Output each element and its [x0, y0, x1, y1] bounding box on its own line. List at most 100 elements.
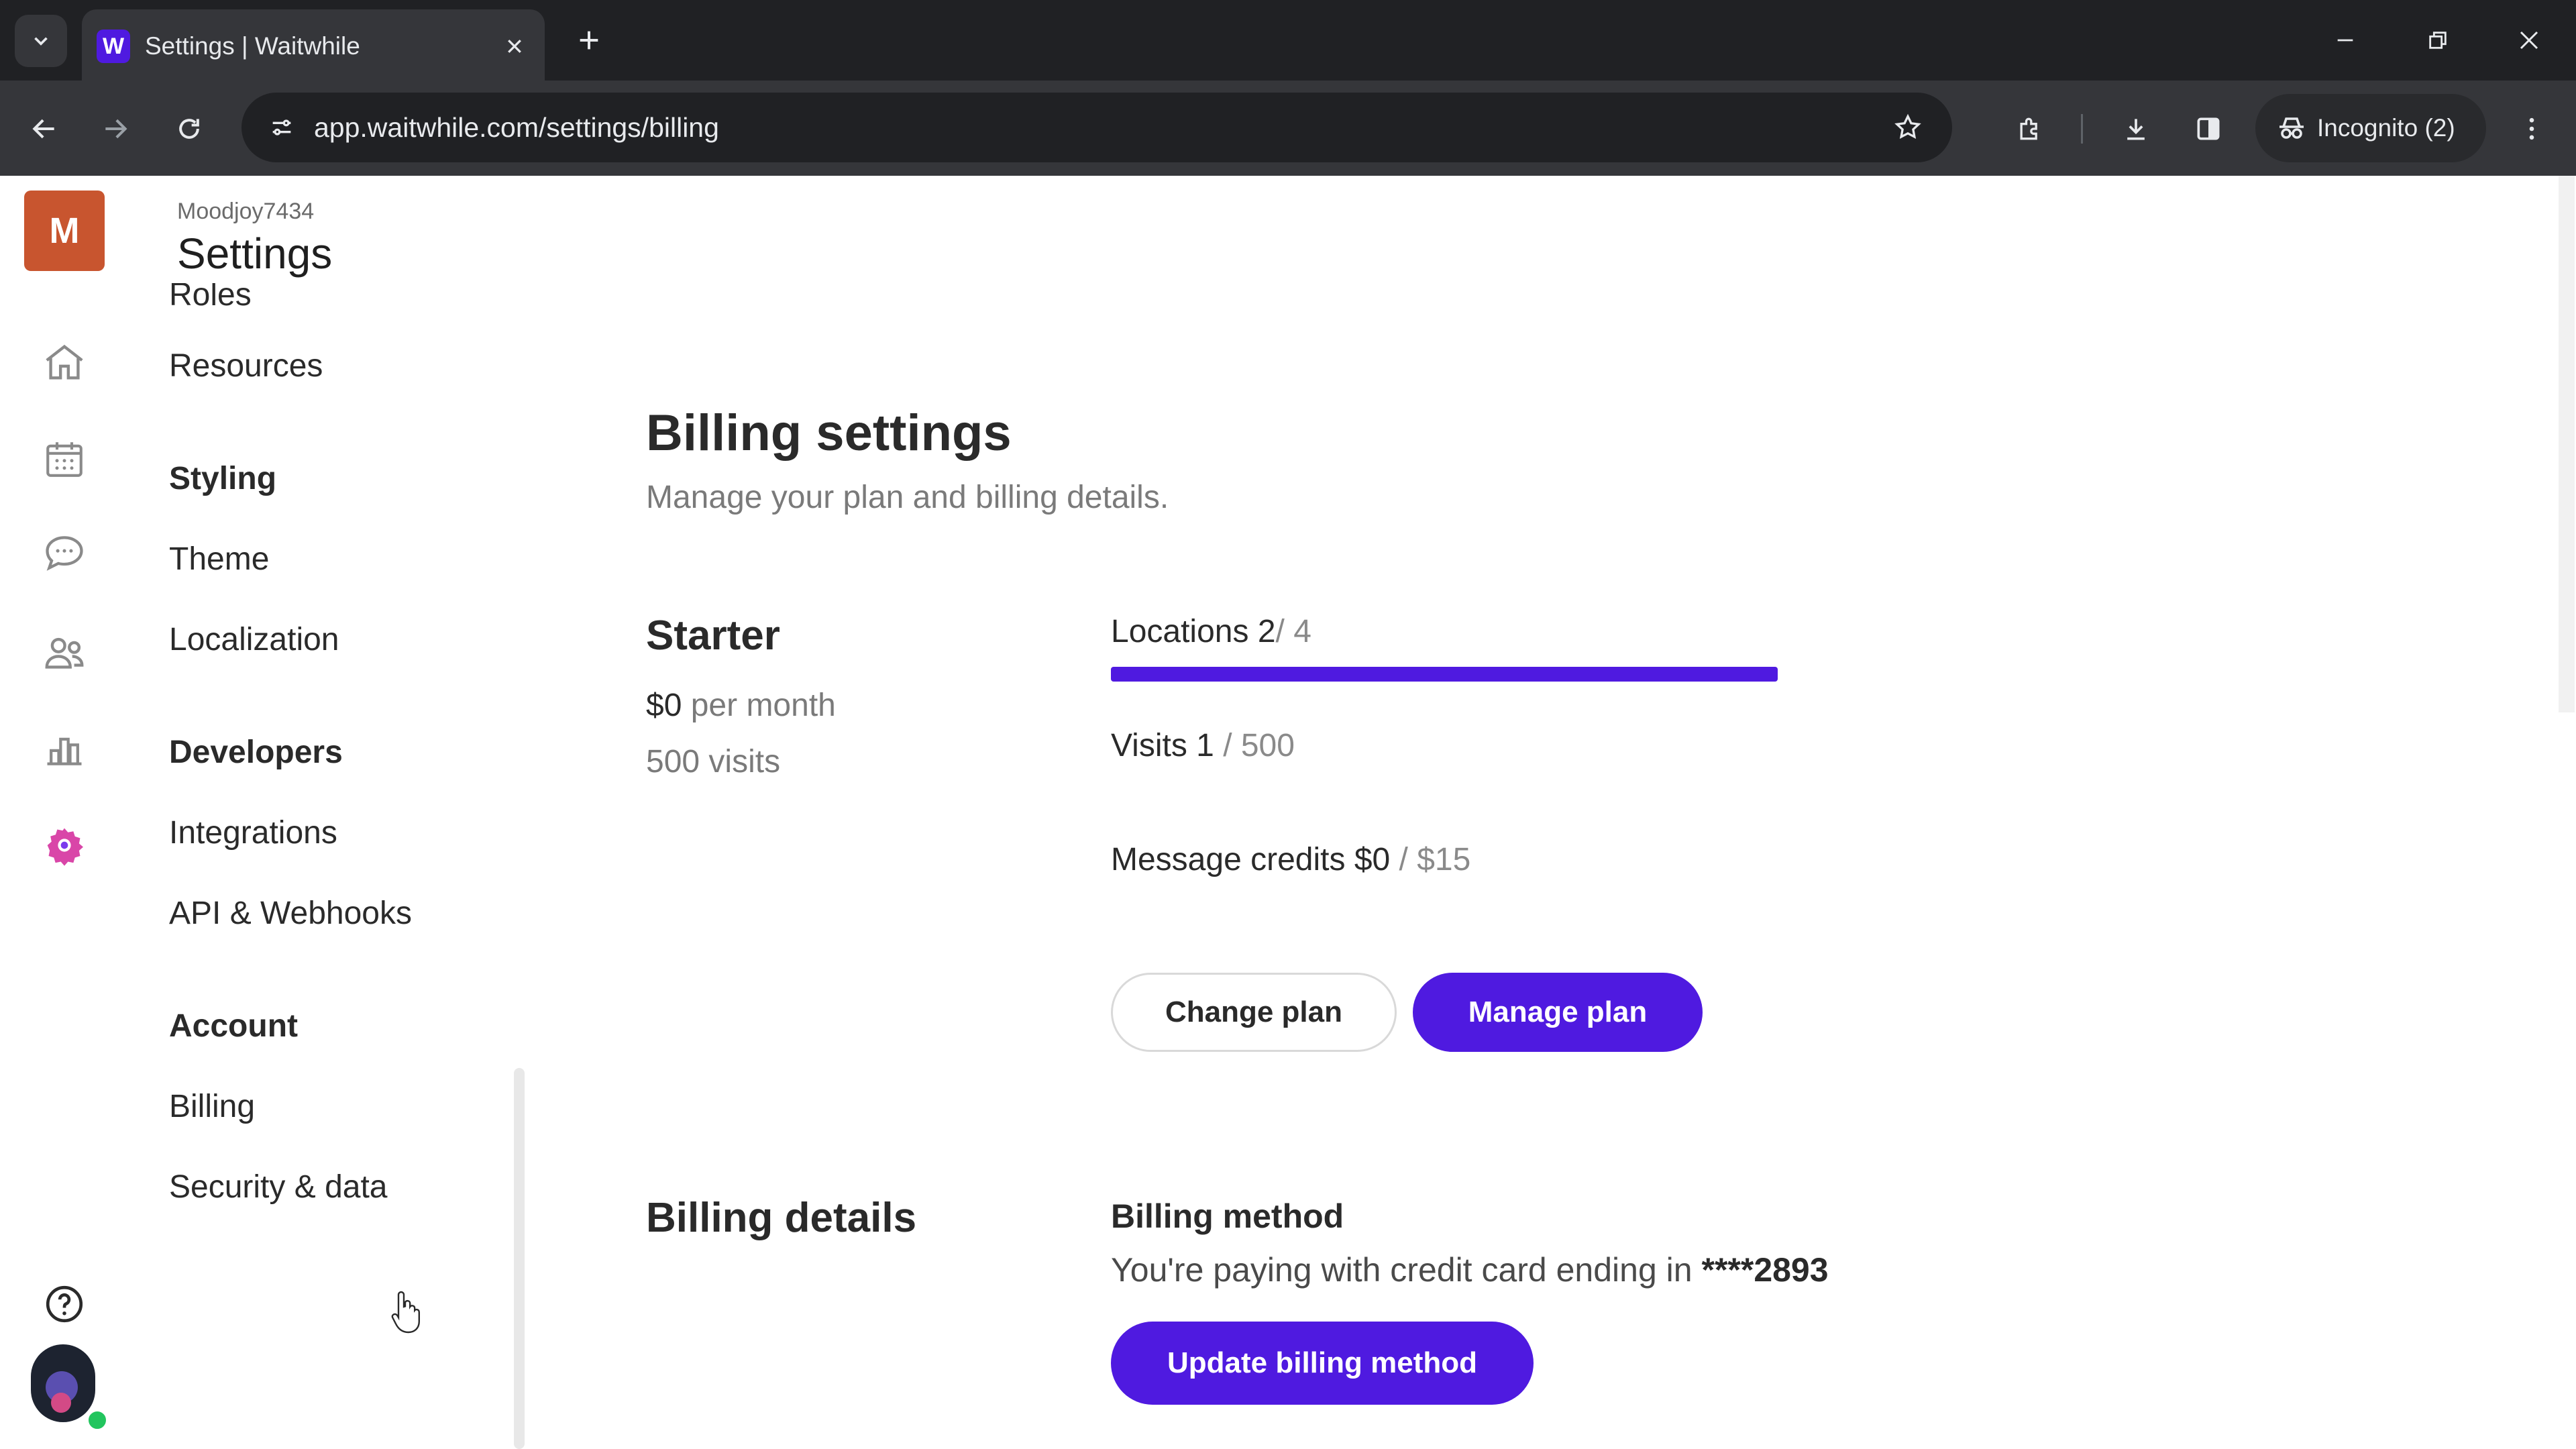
nav-item-security-data[interactable]: Security & data: [169, 1169, 388, 1205]
reload-button[interactable]: [165, 105, 213, 153]
usage-message-credits: Message credits $0 / $15: [1111, 841, 1470, 878]
tab-search-button[interactable]: [15, 15, 67, 67]
billing-method-title: Billing method: [1111, 1197, 1344, 1235]
arrow-left-icon: [32, 119, 54, 139]
rail-calendar-button[interactable]: [38, 432, 91, 486]
usage-credits-label: Message credits $0: [1111, 842, 1391, 877]
reload-icon: [179, 119, 199, 139]
restore-icon: [2429, 32, 2447, 49]
rail-settings-button[interactable]: [38, 818, 91, 872]
org-avatar[interactable]: M: [24, 191, 105, 271]
tune-icon: [272, 119, 291, 136]
back-button[interactable]: [20, 105, 68, 153]
settings-header: Moodjoy7434 Settings: [177, 199, 332, 278]
plan-price: $0 per month: [646, 687, 836, 724]
chevron-down-icon: [34, 37, 48, 46]
minimize-button[interactable]: [2321, 16, 2369, 64]
manage-plan-button[interactable]: Manage plan: [1413, 973, 1703, 1052]
locations-progress-bar: [1111, 667, 1778, 682]
browser-tab-active[interactable]: W Settings | Waitwhile: [82, 9, 545, 80]
user-avatar[interactable]: [31, 1344, 95, 1422]
rail-analytics-button[interactable]: [38, 722, 91, 775]
toolbar-divider: [2081, 114, 2083, 144]
settings-gear-icon: [47, 828, 83, 866]
billing-method-description: You're paying with credit card ending in: [1111, 1251, 1693, 1289]
incognito-indicator[interactable]: Incognito (2): [2255, 94, 2486, 162]
usage-locations-total: / 4: [1275, 614, 1311, 649]
tab-close-button[interactable]: [496, 28, 533, 64]
plan-visits: 500 visits: [646, 744, 781, 780]
calendar-icon: [46, 442, 83, 477]
help-icon: [46, 1285, 83, 1323]
page-title: Billing settings: [646, 405, 1012, 462]
nav-item-api-webhooks[interactable]: API & Webhooks: [169, 895, 412, 932]
usage-credits-total: / $15: [1399, 842, 1471, 877]
extensions-button[interactable]: [2006, 105, 2054, 153]
url-text: app.waitwhile.com/settings/billing: [314, 112, 719, 143]
nav-section-account: Account: [169, 1008, 298, 1044]
nav-item-roles[interactable]: Roles: [169, 283, 252, 313]
usage-locations-label: Locations 2: [1111, 614, 1276, 649]
waitwhile-app: M Moodjoy7434 Settings Roles Resources S…: [0, 176, 2576, 1449]
usage-locations: Locations 2/ 4: [1111, 613, 1311, 650]
puzzle-icon: [2020, 117, 2037, 140]
settings-title: Settings: [177, 229, 333, 278]
rail-customers-button[interactable]: [38, 627, 91, 680]
plan-price-amount: $0: [646, 688, 682, 723]
nav-section-developers: Developers: [169, 735, 343, 770]
side-panel-button[interactable]: [2184, 105, 2233, 153]
org-name: Moodjoy7434: [177, 199, 315, 224]
browser-tab-strip: W Settings | Waitwhile: [0, 0, 2576, 80]
home-icon: [46, 344, 83, 380]
icon-rail: M: [0, 176, 129, 1449]
new-tab-button[interactable]: [569, 20, 609, 60]
page-subtitle: Manage your plan and billing details.: [646, 480, 1169, 515]
billing-details-title: Billing details: [646, 1195, 917, 1241]
incognito-label: Incognito (2): [2317, 114, 2455, 142]
analytics-icon: [47, 737, 82, 765]
nav-item-localization[interactable]: Localization: [169, 621, 339, 658]
address-bar[interactable]: app.waitwhile.com/settings/billing: [241, 93, 1952, 162]
nav-item-theme[interactable]: Theme: [169, 541, 269, 578]
nav-item-billing[interactable]: Billing: [169, 1088, 255, 1125]
online-status-indicator: [86, 1409, 109, 1432]
users-icon: [45, 637, 84, 669]
more-vertical-icon: [2529, 117, 2534, 140]
forward-button[interactable]: [91, 105, 140, 153]
download-icon: [2127, 119, 2145, 140]
plan-price-period: per month: [690, 688, 836, 723]
waitwhile-favicon-icon: W: [97, 30, 130, 63]
nav-section-styling: Styling: [169, 461, 277, 496]
star-icon: [1894, 113, 1921, 139]
card-mask: ****2893: [1701, 1251, 1829, 1289]
settings-nav: Roles Resources Styling Theme Localizati…: [169, 283, 531, 1449]
usage-visits-total: / 500: [1223, 728, 1295, 763]
change-plan-button[interactable]: Change plan: [1111, 973, 1397, 1052]
browser-menu-button[interactable]: [2508, 105, 2556, 153]
minimize-icon: [2337, 39, 2353, 42]
browser-toolbar: app.waitwhile.com/settings/billing Incog…: [0, 80, 2576, 176]
nav-item-integrations[interactable]: Integrations: [169, 814, 337, 851]
usage-visits-label: Visits 1: [1111, 728, 1214, 763]
update-billing-method-button[interactable]: Update billing method: [1111, 1322, 1534, 1405]
tab-title: Settings | Waitwhile: [145, 32, 360, 60]
rail-home-button[interactable]: [38, 335, 91, 389]
arrow-right-icon: [105, 119, 127, 139]
rail-help-button[interactable]: [38, 1277, 91, 1331]
site-info-button[interactable]: [262, 107, 302, 148]
locations-progress-fill: [1111, 667, 1778, 682]
usage-visits: Visits 1 / 500: [1111, 727, 1295, 764]
window-close-button[interactable]: [2505, 16, 2553, 64]
close-icon: [2520, 31, 2538, 50]
hand-cursor-icon: [391, 1291, 420, 1334]
billing-method-text: You're paying with credit card ending in…: [1111, 1250, 1829, 1289]
downloads-button[interactable]: [2112, 105, 2160, 153]
restore-button[interactable]: [2414, 16, 2462, 64]
bookmark-button[interactable]: [1886, 106, 1929, 149]
settings-nav-scrollbar[interactable]: [514, 1068, 525, 1449]
avatar-image-detail: [51, 1393, 71, 1413]
incognito-icon: [2279, 117, 2304, 139]
nav-item-resources[interactable]: Resources: [169, 347, 323, 384]
page-scrollbar[interactable]: [2559, 176, 2575, 712]
rail-messages-button[interactable]: [38, 526, 91, 580]
